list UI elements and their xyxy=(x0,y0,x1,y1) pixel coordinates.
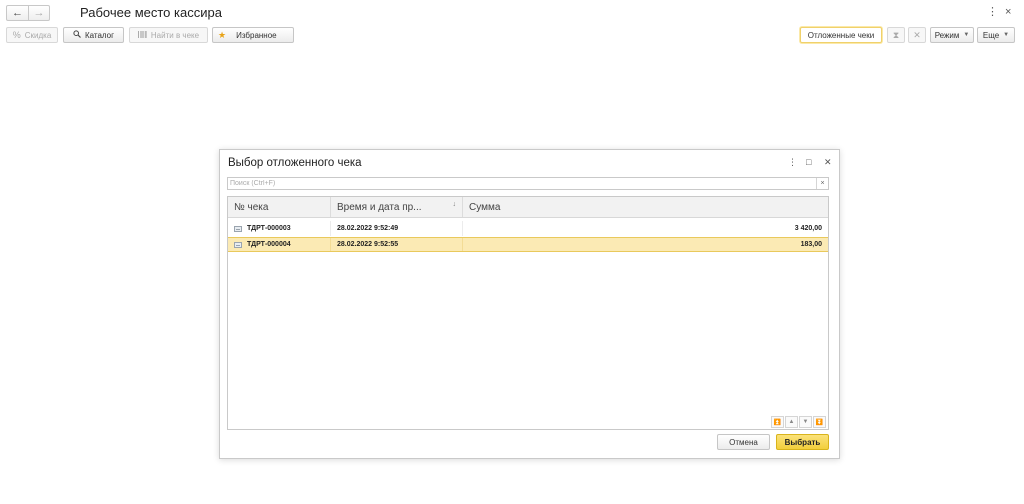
column-header-datetime-label: Время и дата пр... xyxy=(337,201,422,213)
column-header-datetime[interactable]: Время и дата пр... ↓ xyxy=(331,197,463,217)
scroll-to-bottom-icon[interactable]: ⏬ xyxy=(813,416,826,428)
find-in-receipt-label: Найти в чеке xyxy=(150,30,200,40)
scroll-up-icon[interactable]: ▲ xyxy=(785,416,798,428)
deferred-receipts-button[interactable]: Отложенные чеки xyxy=(800,27,882,43)
more-actions-icon[interactable]: ⋮ xyxy=(788,157,797,167)
star-icon: ★ xyxy=(218,29,227,40)
discount-button[interactable]: % Скидка xyxy=(6,27,58,43)
deferred-receipts-label: Отложенные чеки xyxy=(807,30,875,40)
dialog-title: Выбор отложенного чека xyxy=(228,157,362,169)
cell-datetime: 28.02.2022 9:52:55 xyxy=(331,238,463,251)
hourglass-icon: ⧗ xyxy=(892,29,900,40)
chevron-down-icon: ▼ xyxy=(1003,32,1010,38)
favorites-label: Избранное xyxy=(236,30,277,40)
cancel-button[interactable]: Отмена xyxy=(717,434,770,450)
more-button[interactable]: Еще ▼ xyxy=(977,27,1015,43)
maximize-icon[interactable]: □ xyxy=(806,157,811,167)
barcode-icon xyxy=(137,30,147,40)
search-icon xyxy=(73,30,81,40)
favorites-button[interactable]: ★ Избранное xyxy=(212,27,294,43)
page-title: Рабочее место кассира xyxy=(80,5,222,20)
document-icon xyxy=(234,241,242,248)
receipt-number: ТДРТ-000003 xyxy=(247,225,291,232)
column-header-number[interactable]: № чека xyxy=(228,197,331,217)
clear-search-icon[interactable]: × xyxy=(816,178,828,189)
document-icon xyxy=(234,225,242,232)
percent-icon: % xyxy=(12,29,21,40)
select-button[interactable]: Выбрать xyxy=(776,434,829,450)
scroll-to-top-icon[interactable]: ⏫ xyxy=(771,416,784,428)
cell-amount: 3 420,00 xyxy=(794,225,822,232)
mode-button[interactable]: Режим ▼ xyxy=(930,27,974,43)
search-input[interactable] xyxy=(228,178,814,189)
table-header: № чека Время и дата пр... ↓ Сумма xyxy=(228,197,828,218)
cell-amount: 183,00 xyxy=(800,241,822,248)
receipt-number: ТДРТ-000004 xyxy=(247,241,291,248)
column-header-amount[interactable]: Сумма xyxy=(463,197,828,217)
arrow-left-icon: ← xyxy=(12,7,23,19)
mode-label: Режим xyxy=(934,30,960,40)
receipts-table: № чека Время и дата пр... ↓ Сумма ТДРТ-0… xyxy=(227,196,829,430)
close-icon[interactable]: ✕ xyxy=(824,157,832,167)
navigation-buttons: ← → xyxy=(6,5,50,21)
cell-datetime: 28.02.2022 9:52:49 xyxy=(331,221,463,236)
close-icon: ✕ xyxy=(913,29,921,40)
table-row[interactable]: ТДРТ-000003 28.02.2022 9:52:49 3 420,00 xyxy=(228,221,828,236)
deferred-receipt-dialog: Выбор отложенного чека ⋮ □ ✕ × № чека Вр… xyxy=(219,149,840,459)
arrow-right-icon: → xyxy=(33,7,45,19)
forward-button[interactable]: → xyxy=(28,6,49,20)
cell-number: ТДРТ-000004 xyxy=(228,238,331,251)
search-box: × xyxy=(227,177,829,190)
catalog-button[interactable]: Каталог xyxy=(63,27,124,43)
more-actions-icon[interactable]: ⋮ xyxy=(987,6,998,18)
back-button[interactable]: ← xyxy=(7,6,28,20)
catalog-label: Каталог xyxy=(84,30,115,40)
hourglass-button[interactable]: ⧗ xyxy=(887,27,905,43)
chevron-down-icon: ▼ xyxy=(963,32,970,38)
cell-number: ТДРТ-000003 xyxy=(228,221,331,236)
cancel-receipt-button[interactable]: ✕ xyxy=(908,27,926,43)
discount-label: Скидка xyxy=(24,30,52,40)
scroll-down-icon[interactable]: ▼ xyxy=(799,416,812,428)
more-label: Еще xyxy=(982,30,1000,40)
find-in-receipt-button[interactable]: Найти в чеке xyxy=(129,27,208,43)
close-icon[interactable]: × xyxy=(1005,6,1011,18)
sort-descending-icon: ↓ xyxy=(452,201,457,208)
table-row[interactable]: ТДРТ-000004 28.02.2022 9:52:55 183,00 xyxy=(228,237,828,252)
